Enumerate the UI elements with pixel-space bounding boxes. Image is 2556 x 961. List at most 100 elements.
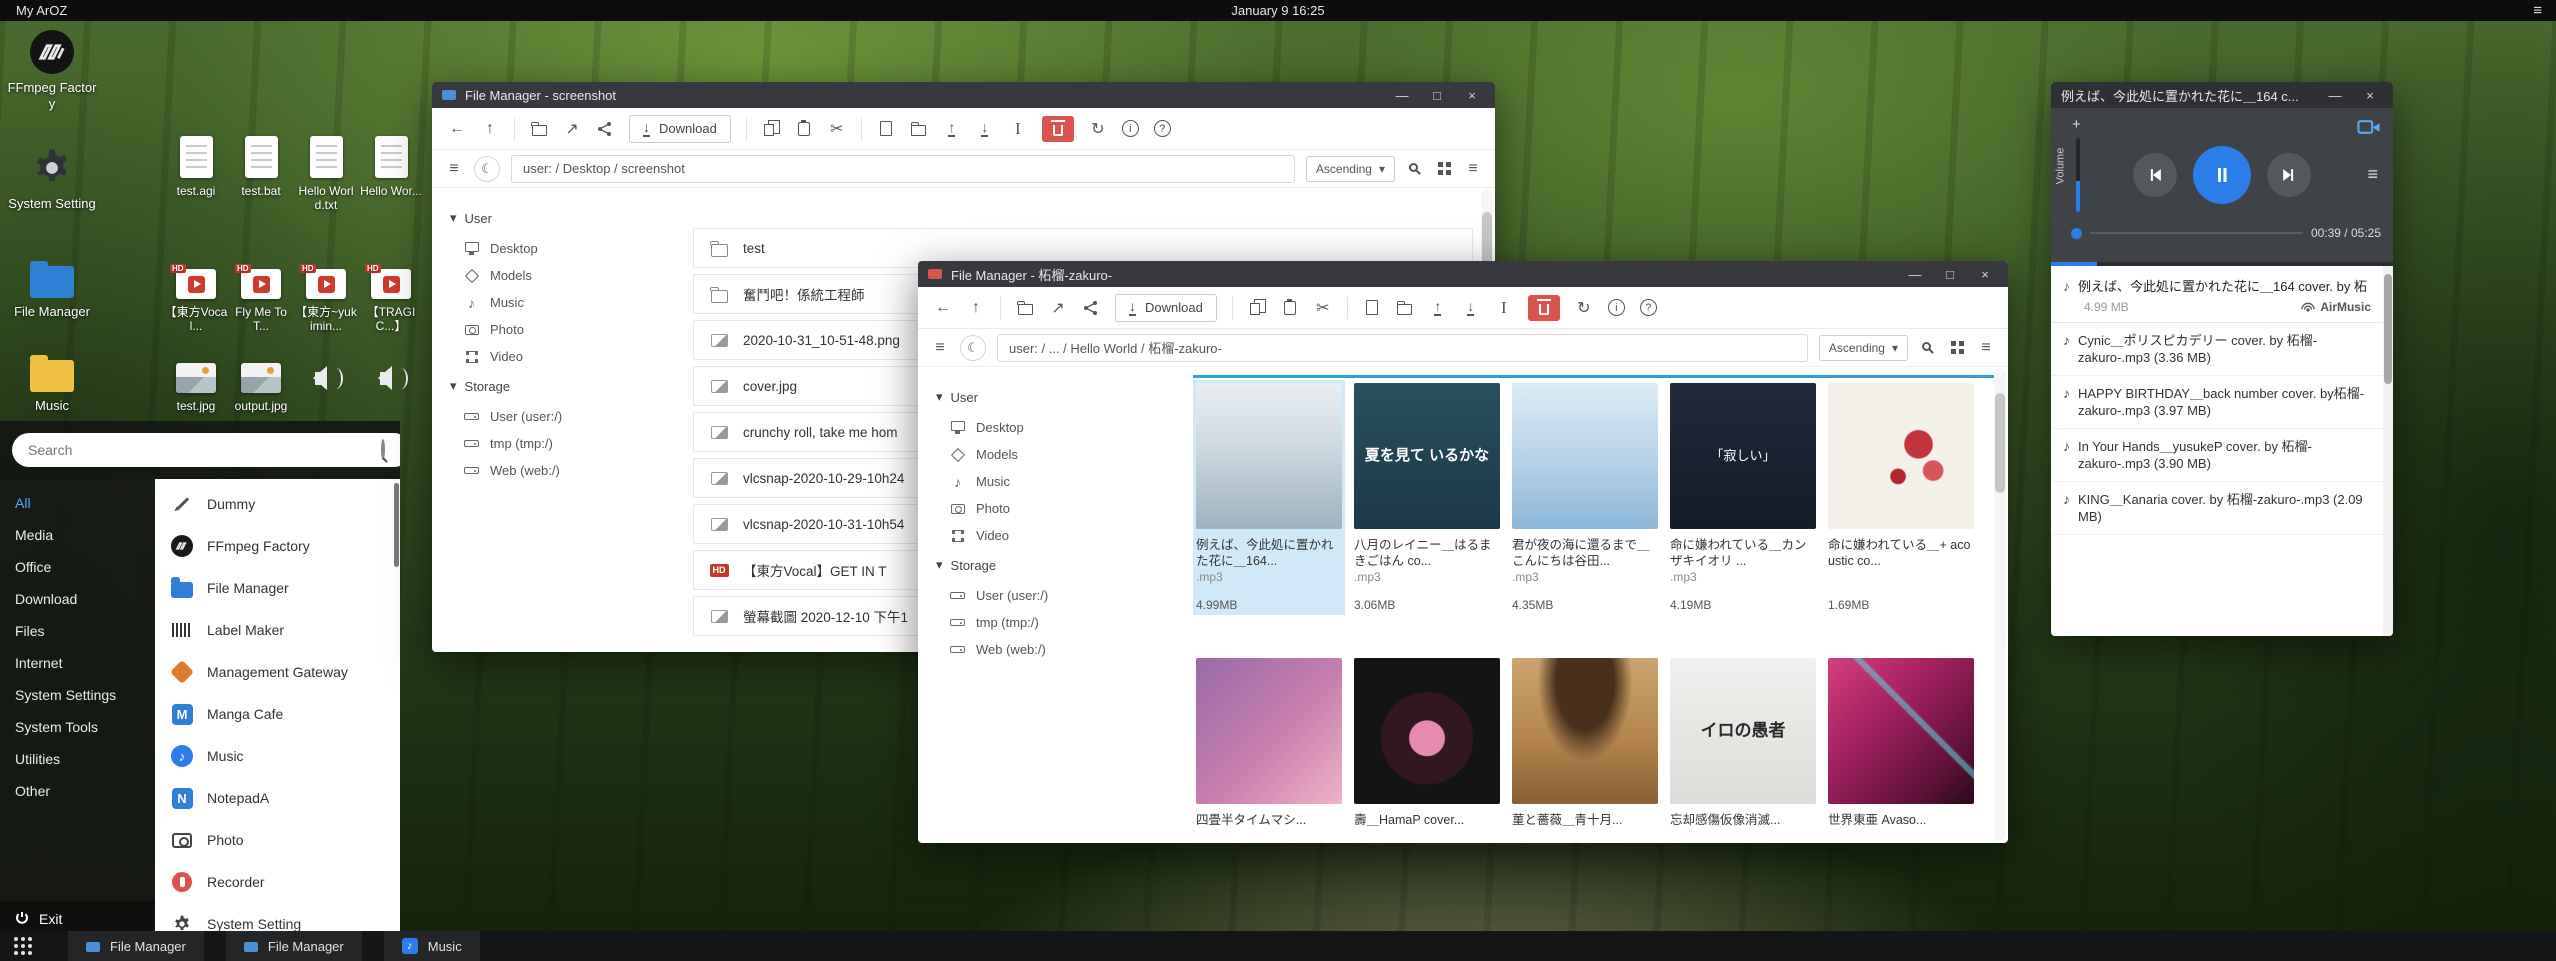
sidebar-item-video[interactable]: Video xyxy=(936,522,1163,549)
share-icon[interactable] xyxy=(1082,298,1100,318)
desktop-file[interactable]: HD【TRAGIC...】 xyxy=(359,262,423,333)
app-launcher-button[interactable] xyxy=(0,931,46,961)
up-icon[interactable]: ↑ xyxy=(967,298,985,318)
file-grid-item[interactable]: イロの愚者 忘却感傷仮像消滅... xyxy=(1667,655,1819,831)
open-folder-icon[interactable] xyxy=(1016,298,1034,318)
app-item-manga-cafe[interactable]: MManga Cafe xyxy=(155,693,400,735)
desktop-icon-file-manager[interactable]: File Manager xyxy=(6,258,98,320)
download-tray-icon[interactable]: ↓ xyxy=(1462,298,1480,318)
refresh-icon[interactable]: ↻ xyxy=(1089,119,1107,139)
sidebar-item-models[interactable]: Models xyxy=(450,262,677,289)
dark-mode-icon[interactable]: ☾ xyxy=(960,335,986,361)
cut-icon[interactable]: ✂ xyxy=(1314,298,1332,318)
help-icon[interactable]: ? xyxy=(1154,120,1171,137)
list-toggle-icon[interactable]: ≡ xyxy=(445,159,463,179)
file-grid-item-selected[interactable]: 例えば、今此処に置かれた花に＿164... .mp3 4.99MB xyxy=(1193,380,1345,615)
file-grid-item[interactable]: 菫と薔薇＿青十月... xyxy=(1509,655,1661,831)
grid-view-icon[interactable] xyxy=(1435,159,1453,179)
maximize-button[interactable]: □ xyxy=(1937,267,1963,282)
sort-dropdown[interactable]: Ascending▾ xyxy=(1819,335,1908,361)
sidebar-item-music[interactable]: ♪Music xyxy=(450,289,677,316)
minimize-button[interactable]: — xyxy=(2322,88,2348,103)
seek-knob[interactable] xyxy=(2071,228,2082,239)
dark-mode-icon[interactable]: ☾ xyxy=(474,156,500,182)
desktop-file[interactable]: output.jpg xyxy=(229,356,293,413)
close-button[interactable]: × xyxy=(2357,88,2383,103)
category-all[interactable]: All xyxy=(0,487,155,519)
app-item-music[interactable]: ♪Music xyxy=(155,735,400,777)
taskbar-item-file-manager-2[interactable]: File Manager xyxy=(226,931,362,961)
rename-icon[interactable]: I xyxy=(1495,298,1513,318)
sidebar-section-storage[interactable]: ▾Storage xyxy=(450,378,677,394)
file-grid-item[interactable]: 「寂しい」 命に嫌われている＿カンザキイオリ ... .mp3 4.19MB xyxy=(1667,380,1819,615)
app-item-recorder[interactable]: Recorder xyxy=(155,861,400,903)
minimize-button[interactable]: — xyxy=(1389,88,1415,103)
new-file-icon[interactable] xyxy=(877,119,895,139)
title-bar[interactable]: 例えば、今此処に置かれた花に＿164 c... — × xyxy=(2051,82,2393,108)
title-bar[interactable]: File Manager - 柘榴-zakuro- — □ × xyxy=(918,261,2008,287)
list-view-icon[interactable]: ≡ xyxy=(1464,159,1482,179)
app-item-notepada[interactable]: NNotepadA xyxy=(155,777,400,819)
sort-dropdown[interactable]: Ascending▾ xyxy=(1306,156,1395,182)
file-grid-item[interactable]: 夏を見て いるかな 八月のレイニー＿はるまきごはん co... .mp3 3.0… xyxy=(1351,380,1503,615)
search-icon[interactable] xyxy=(1919,338,1937,358)
cast-icon[interactable] xyxy=(2357,118,2381,142)
previous-button[interactable] xyxy=(2133,153,2177,197)
grid-view-icon[interactable] xyxy=(1948,338,1966,358)
paste-icon[interactable] xyxy=(1281,298,1299,318)
app-list-scrollbar-thumb[interactable] xyxy=(394,483,399,567)
delete-button[interactable] xyxy=(1528,295,1560,321)
topbar-menu-icon[interactable]: ≡ xyxy=(2533,2,2542,19)
desktop-file[interactable] xyxy=(294,356,358,401)
sidebar-item-tmp-drive[interactable]: tmp (tmp:/) xyxy=(936,609,1163,636)
rename-icon[interactable]: I xyxy=(1009,119,1027,139)
playlist-item[interactable]: ♪KING＿Kanaria cover. by 柘榴-zakuro-.mp3 (… xyxy=(2051,482,2393,535)
sidebar-item-photo[interactable]: Photo xyxy=(936,495,1163,522)
category-system-settings[interactable]: System Settings xyxy=(0,679,155,711)
info-icon[interactable]: i xyxy=(1608,299,1625,316)
category-other[interactable]: Other xyxy=(0,775,155,807)
back-icon[interactable]: ← xyxy=(934,298,952,318)
scrollbar-thumb[interactable] xyxy=(1995,393,2005,493)
sidebar-item-user-drive[interactable]: User (user:/) xyxy=(450,403,677,430)
category-office[interactable]: Office xyxy=(0,551,155,583)
desktop-icon-music[interactable]: Music xyxy=(6,352,98,414)
up-icon[interactable]: ↑ xyxy=(481,119,499,139)
search-icon[interactable] xyxy=(1406,159,1424,179)
next-button[interactable] xyxy=(2267,153,2311,197)
desktop-file[interactable]: Hello Wor... xyxy=(359,136,423,198)
playlist-menu-icon[interactable]: ≡ xyxy=(2367,164,2378,185)
sidebar-item-music[interactable]: ♪Music xyxy=(936,468,1163,495)
desktop-file[interactable]: HDFly Me To T... xyxy=(229,262,293,333)
category-files[interactable]: Files xyxy=(0,615,155,647)
sidebar-section-storage[interactable]: ▾Storage xyxy=(936,557,1163,573)
pause-button[interactable] xyxy=(2193,146,2251,204)
title-bar[interactable]: File Manager - screenshot — □ × xyxy=(432,82,1495,108)
desktop-file[interactable]: test.jpg xyxy=(164,356,228,413)
paste-icon[interactable] xyxy=(795,119,813,139)
help-icon[interactable]: ? xyxy=(1640,299,1657,316)
download-button[interactable]: ↓Download xyxy=(1115,294,1217,322)
playlist-item[interactable]: ♪Cynic＿ポリスピカデリー cover. by 柘榴-zakuro-.mp3… xyxy=(2051,323,2393,376)
desktop-icon-system-setting[interactable]: System Setting xyxy=(6,146,98,212)
address-bar[interactable]: user: / ... / Hello World / 柘榴-zakuro- xyxy=(997,334,1808,362)
new-file-icon[interactable] xyxy=(1363,298,1381,318)
info-icon[interactable]: i xyxy=(1122,120,1139,137)
desktop-file[interactable]: test.agi xyxy=(164,136,228,198)
back-icon[interactable]: ← xyxy=(448,119,466,139)
desktop-file[interactable]: HD【東方Vocal... xyxy=(164,262,228,333)
playlist-item[interactable]: ♪HAPPY BIRTHDAY＿back number cover. by柘榴-… xyxy=(2051,376,2393,429)
taskbar-item-file-manager-1[interactable]: File Manager xyxy=(68,931,204,961)
playlist-item[interactable]: ♪In Your Hands＿yusukeP cover. by 柘榴-zaku… xyxy=(2051,429,2393,482)
category-download[interactable]: Download xyxy=(0,583,155,615)
category-media[interactable]: Media xyxy=(0,519,155,551)
minimize-button[interactable]: — xyxy=(1902,267,1928,282)
copy-icon[interactable] xyxy=(1248,298,1266,318)
delete-button[interactable] xyxy=(1042,116,1074,142)
sidebar-section-user[interactable]: ▾User xyxy=(936,389,1163,405)
download-button[interactable]: ↓Download xyxy=(629,115,731,143)
search-icon[interactable] xyxy=(381,441,388,459)
file-grid-item[interactable]: 壽＿HamaP cover... xyxy=(1351,655,1503,831)
sidebar-item-web-drive[interactable]: Web (web:/) xyxy=(450,457,677,484)
sidebar-item-desktop[interactable]: Desktop xyxy=(936,414,1163,441)
